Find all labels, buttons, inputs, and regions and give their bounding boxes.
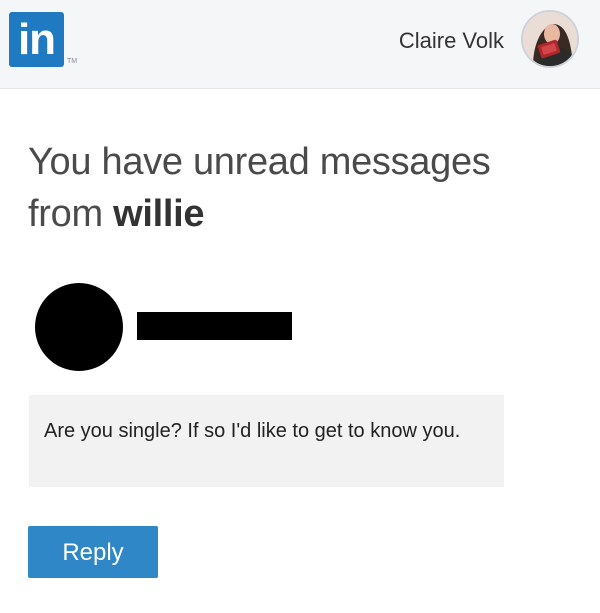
message-preview: Are you single? If so I'd like to get to…	[29, 395, 504, 487]
trademark-mark: TM	[67, 58, 78, 65]
sender-avatar-redacted[interactable]	[35, 283, 123, 371]
sender-name-redacted[interactable]	[137, 312, 292, 340]
message-text: Are you single? If so I'd like to get to…	[44, 420, 461, 442]
headline-prefix: You have unread messages	[28, 141, 491, 183]
sender-name: willie	[113, 193, 205, 235]
profile-photo-icon	[523, 12, 577, 66]
headline-from: from	[28, 193, 103, 235]
reply-button[interactable]: Reply	[28, 526, 158, 578]
page-title: You have unread messages from willie	[28, 136, 588, 240]
linkedin-logo-icon[interactable]: in	[9, 12, 64, 67]
user-name: Claire Volk	[398, 28, 504, 53]
user-avatar[interactable]	[521, 10, 579, 68]
email-header: in TM Claire Volk	[0, 0, 600, 89]
